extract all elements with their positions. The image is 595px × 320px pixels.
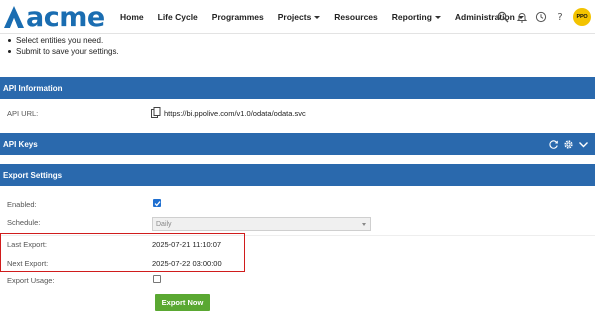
chevron-down-icon <box>362 223 366 226</box>
export-settings-header: Export Settings <box>0 164 595 186</box>
header-icons: ? PPO <box>491 0 591 34</box>
acme-logo-mark-icon <box>3 4 25 30</box>
section-title: Export Settings <box>3 170 63 180</box>
logo-text: acme <box>26 1 105 33</box>
nav-label: Home <box>120 12 144 22</box>
chevron-down-icon[interactable] <box>578 139 589 150</box>
main-menu: Home Life Cycle Programmes Projects Reso… <box>120 0 538 34</box>
refresh-icon[interactable] <box>548 139 559 150</box>
export-usage-checkbox[interactable] <box>153 275 161 283</box>
bell-icon[interactable] <box>515 10 529 24</box>
nav-item-projects[interactable]: Projects <box>278 12 321 22</box>
caret-down-icon <box>314 15 321 19</box>
copy-icon[interactable] <box>151 107 161 120</box>
section-title: API Information <box>3 83 63 93</box>
caret-down-icon <box>434 15 441 19</box>
api-keys-header[interactable]: API Keys <box>0 133 595 155</box>
nav-label: Resources <box>334 12 378 22</box>
schedule-selected-value: Daily <box>156 220 172 228</box>
enabled-checkbox[interactable] <box>153 199 161 207</box>
acme-logo[interactable]: acme <box>3 3 105 31</box>
instruction-item: Submit to save your settings. <box>4 46 119 57</box>
gear-icon[interactable] <box>563 139 574 150</box>
export-now-button[interactable]: Export Now <box>155 294 210 311</box>
api-url-value: https://bi.ppolive.com/v1.0/odata/odata.… <box>164 109 306 118</box>
nav-item-resources[interactable]: Resources <box>334 12 377 22</box>
schedule-label: Schedule: <box>7 218 41 227</box>
nav-item-programmes[interactable]: Programmes <box>212 12 264 22</box>
nav-item-home[interactable]: Home <box>120 12 144 22</box>
export-times-highlight <box>0 233 245 272</box>
nav-label: Programmes <box>211 12 264 22</box>
user-avatar[interactable]: PPO <box>573 8 591 26</box>
search-icon[interactable] <box>496 10 510 24</box>
api-keys-tools <box>544 133 589 155</box>
nav-item-reporting[interactable]: Reporting <box>392 12 441 22</box>
instruction-item: Select entities you need. <box>4 35 119 46</box>
instructions-list: Select entities you need. Submit to save… <box>4 35 119 57</box>
api-information-header: API Information <box>0 77 595 99</box>
nav-label: Life Cycle <box>157 12 198 22</box>
help-icon[interactable]: ? <box>553 10 567 24</box>
schedule-select[interactable]: Daily <box>152 217 371 231</box>
api-url-label: API URL: <box>7 109 39 118</box>
section-title: API Keys <box>3 139 38 149</box>
nav-label: Projects <box>277 12 312 22</box>
top-navigation-bar: acme Home Life Cycle Programmes Projects… <box>0 0 595 34</box>
enabled-label: Enabled: <box>7 200 37 209</box>
nav-label: Reporting <box>391 12 432 22</box>
nav-item-life-cycle[interactable]: Life Cycle <box>158 12 198 22</box>
export-usage-label: Export Usage: <box>7 276 55 285</box>
clock-icon[interactable] <box>534 10 548 24</box>
